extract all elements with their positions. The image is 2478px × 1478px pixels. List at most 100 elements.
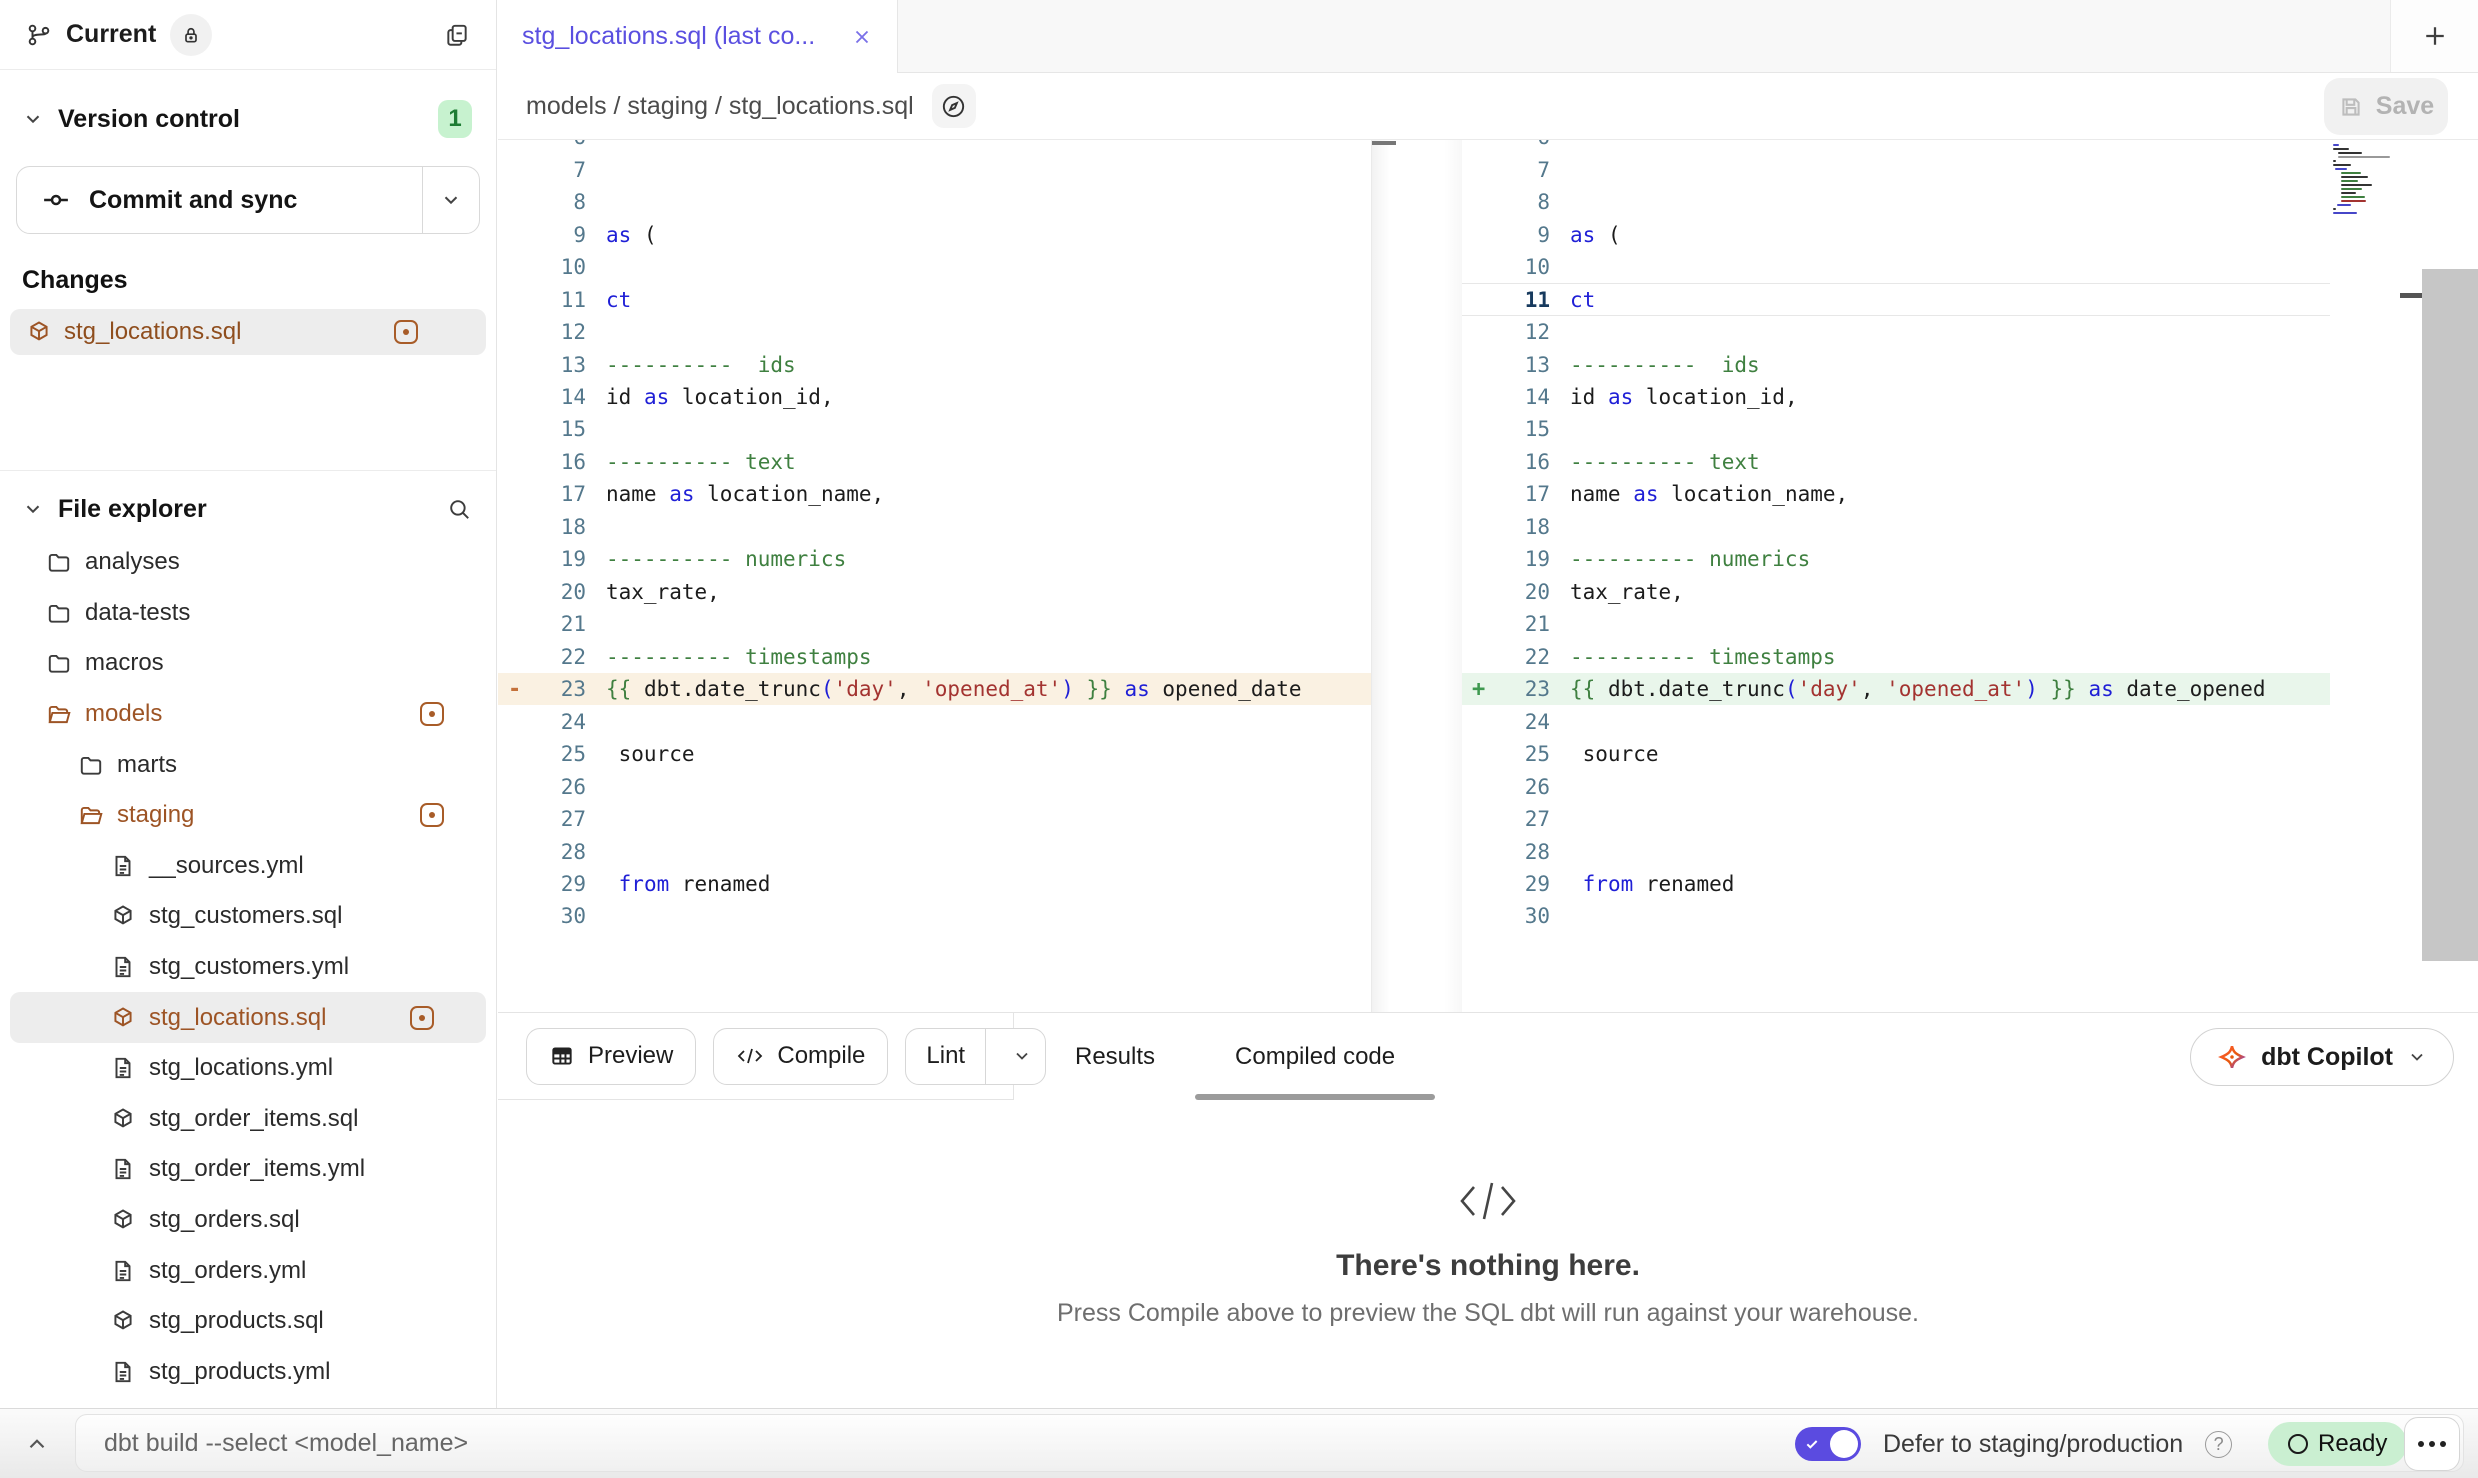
defer-toggle[interactable] (1795, 1427, 1861, 1461)
chevron-up-icon[interactable] (24, 1431, 50, 1457)
code-line-17[interactable]: 17name as location_name, (1462, 478, 2330, 510)
file-tree-item-__sources.yml[interactable]: __sources.yml (0, 841, 496, 892)
code-line-21[interactable]: 21 (498, 608, 1371, 640)
scrollbar-thumb[interactable] (2422, 269, 2478, 961)
tab-compiled-code[interactable]: Compiled code (1195, 1013, 1435, 1100)
code-line-16[interactable]: 16---------- text (1462, 446, 2330, 478)
code-line-28[interactable]: 28 (498, 835, 1371, 867)
file-tree-item-stg_order_items.yml[interactable]: stg_order_items.yml (0, 1144, 496, 1195)
chevron-down-icon[interactable] (22, 498, 44, 520)
copilot-sparkle-icon (2217, 1042, 2247, 1072)
file-tree-item-analyses[interactable]: analyses (0, 537, 496, 588)
search-icon[interactable] (446, 496, 472, 522)
tab-stg-locations[interactable]: stg_locations.sql (last co... (498, 0, 898, 73)
code-line-22[interactable]: 22---------- timestamps (498, 641, 1371, 673)
code-line-12[interactable]: 12 (498, 316, 1371, 348)
file-tree-item-models[interactable]: models (0, 689, 496, 740)
code-line-6[interactable]: 6 (1462, 140, 2330, 153)
code-line-11[interactable]: 11ct (1462, 283, 2330, 315)
code-line-20[interactable]: 20tax_rate, (1462, 576, 2330, 608)
code-line-13[interactable]: 13---------- ids (1462, 348, 2330, 380)
code-line-19[interactable]: 19---------- numerics (1462, 543, 2330, 575)
code-line-13[interactable]: 13---------- ids (498, 348, 1371, 380)
code-line-25[interactable]: 25 source (1462, 738, 2330, 770)
commit-and-sync-button[interactable]: Commit and sync (16, 166, 480, 234)
code-line-9[interactable]: 9as ( (498, 218, 1371, 250)
compile-button[interactable]: Compile (713, 1028, 888, 1085)
code-line-30[interactable]: 30 (1462, 900, 2330, 932)
code-line-14[interactable]: 14id as location_id, (498, 381, 1371, 413)
code-line-10[interactable]: 10 (498, 251, 1371, 283)
file-tree-item-stg_customers.yml[interactable]: stg_customers.yml (0, 942, 496, 993)
commit-options-dropdown[interactable] (423, 167, 479, 233)
dbt-copilot-button[interactable]: dbt Copilot (2190, 1028, 2454, 1086)
file-tree-item-macros[interactable]: macros (0, 638, 496, 689)
git-commit-icon (41, 185, 71, 215)
code-line-8[interactable]: 8 (1462, 186, 2330, 218)
file-tree-item-stg_customers.sql[interactable]: stg_customers.sql (0, 891, 496, 942)
code-line-14[interactable]: 14id as location_id, (1462, 381, 2330, 413)
code-line-11[interactable]: 11ct (498, 283, 1371, 315)
doc-icon (110, 1258, 136, 1284)
code-line-26[interactable]: 26 (498, 770, 1371, 802)
file-tree-item-stg_order_items.sql[interactable]: stg_order_items.sql (0, 1094, 496, 1145)
changed-file-row[interactable]: stg_locations.sql (10, 309, 486, 355)
file-tree-item-stg_products.sql[interactable]: stg_products.sql (0, 1296, 496, 1347)
file-tree-item-data-tests[interactable]: data-tests (0, 588, 496, 639)
code-line-17[interactable]: 17name as location_name, (498, 478, 1371, 510)
code-line-29[interactable]: 29 from renamed (498, 868, 1371, 900)
code-line-29[interactable]: 29 from renamed (1462, 868, 2330, 900)
code-line-23[interactable]: -23{{ dbt.date_trunc('day', 'opened_at')… (498, 673, 1371, 705)
code-line-18[interactable]: 18 (1462, 511, 2330, 543)
copy-icon[interactable] (444, 22, 470, 48)
code-line-16[interactable]: 16---------- text (498, 446, 1371, 478)
tab-results[interactable]: Results (1035, 1013, 1195, 1100)
code-line-6[interactable]: 6 (498, 140, 1371, 153)
code-line-10[interactable]: 10 (1462, 251, 2330, 283)
save-button[interactable]: Save (2324, 78, 2448, 135)
file-tree-item-marts[interactable]: marts (0, 739, 496, 790)
help-icon[interactable]: ? (2205, 1431, 2232, 1458)
code-line-22[interactable]: 22---------- timestamps (1462, 641, 2330, 673)
file-tree-item-stg_locations.yml[interactable]: stg_locations.yml (0, 1043, 496, 1094)
code-line-23[interactable]: +23{{ dbt.date_trunc('day', 'opened_at')… (1462, 673, 2330, 705)
code-line-25[interactable]: 25 source (498, 738, 1371, 770)
new-tab-button[interactable] (2390, 0, 2478, 72)
preview-button[interactable]: Preview (526, 1028, 696, 1085)
code-line-8[interactable]: 8 (498, 186, 1371, 218)
lineage-icon[interactable] (932, 84, 976, 128)
version-control-section: Version control 1 Commit and sync Change… (0, 70, 496, 355)
code-line-27[interactable]: 27 (1462, 803, 2330, 835)
pane-divider-handle[interactable] (1372, 141, 1396, 145)
close-icon[interactable] (851, 26, 873, 48)
file-tree-item-stg_products.yml[interactable]: stg_products.yml (0, 1347, 496, 1398)
code-line-15[interactable]: 15 (498, 413, 1371, 445)
status-badge[interactable]: Ready (2268, 1422, 2407, 1466)
diff-pane-original[interactable]: 6789as (1011ct1213---------- ids14id as … (498, 140, 1372, 1012)
file-tree-item-stg_locations.sql[interactable]: stg_locations.sql (10, 992, 486, 1043)
minimap[interactable] (2330, 140, 2400, 1012)
code-line-7[interactable]: 7 (1462, 153, 2330, 185)
model-icon (110, 1308, 136, 1334)
code-line-12[interactable]: 12 (1462, 316, 2330, 348)
code-line-30[interactable]: 30 (498, 900, 1371, 932)
code-line-7[interactable]: 7 (498, 153, 1371, 185)
file-tree-item-stg_orders.yml[interactable]: stg_orders.yml (0, 1245, 496, 1296)
code-line-19[interactable]: 19---------- numerics (498, 543, 1371, 575)
code-line-18[interactable]: 18 (498, 511, 1371, 543)
more-options-button[interactable] (2404, 1417, 2460, 1471)
code-line-15[interactable]: 15 (1462, 413, 2330, 445)
code-line-26[interactable]: 26 (1462, 770, 2330, 802)
code-line-28[interactable]: 28 (1462, 835, 2330, 867)
file-tree-item-staging[interactable]: staging (0, 790, 496, 841)
code-line-27[interactable]: 27 (498, 803, 1371, 835)
code-line-21[interactable]: 21 (1462, 608, 2330, 640)
diff-pane-modified[interactable]: 6789as (1011ct1213---------- ids14id as … (1462, 140, 2330, 1012)
code-line-24[interactable]: 24 (1462, 705, 2330, 737)
chevron-down-icon[interactable] (22, 108, 44, 130)
scroll-handle[interactable] (2400, 293, 2422, 298)
code-line-24[interactable]: 24 (498, 705, 1371, 737)
file-tree-item-stg_orders.sql[interactable]: stg_orders.sql (0, 1195, 496, 1246)
code-line-20[interactable]: 20tax_rate, (498, 576, 1371, 608)
code-line-9[interactable]: 9as ( (1462, 218, 2330, 250)
